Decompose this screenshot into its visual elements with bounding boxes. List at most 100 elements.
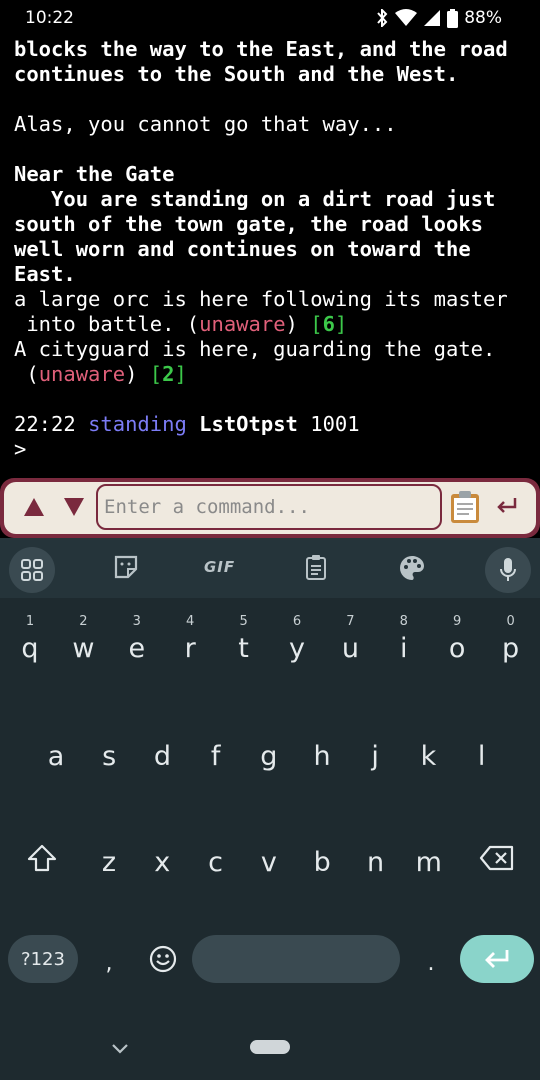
status-bar: 10:22 88% [0,0,540,38]
key-v[interactable]: v [242,818,296,898]
key-label: u [341,632,359,664]
key-t[interactable]: 5t [217,604,271,684]
comma-key[interactable]: , [82,916,136,976]
output-segment: standing [88,412,187,436]
key-d[interactable]: d [135,712,189,792]
keyboard-enter-key[interactable] [460,935,534,983]
send-command-button[interactable] [496,496,518,518]
symbols-label: ?123 [21,948,65,970]
emoji-key[interactable] [136,919,190,999]
command-input[interactable] [98,486,440,528]
keyboard-clipboard-button[interactable] [305,554,327,580]
key-i[interactable]: 8i [377,604,431,684]
key-p[interactable]: 0p [484,604,538,684]
output-segment: into battle. ( [14,312,200,336]
symbols-key[interactable]: ?123 [8,935,78,983]
key-label: g [260,740,278,772]
bluetooth-icon [375,9,389,27]
key-g[interactable]: g [242,712,296,792]
key-label: p [502,632,520,664]
key-label: q [21,632,39,664]
key-h[interactable]: h [295,712,349,792]
output-segment: unaware [199,312,286,336]
key-r[interactable]: 4r [163,604,217,684]
output-segment: ] [174,362,187,386]
key-l[interactable]: l [455,712,509,792]
output-segment: 6 [322,312,335,336]
key-c[interactable]: c [189,818,243,898]
history-down-button[interactable] [60,492,88,522]
apps-grid-button[interactable] [9,547,55,593]
key-y[interactable]: 6y [270,604,324,684]
output-segment: Alas, you cannot go that way... [14,112,397,136]
enter-icon [497,498,517,513]
key-f[interactable]: f [189,712,243,792]
battery-icon [447,8,459,28]
key-hint: 4 [186,614,195,629]
key-o[interactable]: 9o [430,604,484,684]
key-e[interactable]: 3e [110,604,164,684]
key-s[interactable]: s [82,712,136,792]
output-segment: East. [14,262,76,286]
key-u[interactable]: 7u [323,604,377,684]
signal-icon [423,9,441,27]
key-k[interactable]: k [401,712,455,792]
key-x[interactable]: x [135,818,189,898]
key-n[interactable]: n [349,818,403,898]
output-segment: ) [125,362,150,386]
shift-icon [27,844,57,872]
backspace-key[interactable] [470,818,524,898]
hide-keyboard-button[interactable] [111,1040,129,1059]
output-segment [187,412,199,436]
game-output: blocks the way to the East, and the road… [14,37,534,477]
space-key[interactable] [192,935,400,983]
voice-input-button[interactable] [485,547,531,593]
home-handle[interactable] [250,1040,290,1054]
key-hint: 2 [79,614,88,629]
status-icons: 88% [375,8,502,28]
period-key[interactable]: . [404,916,458,976]
output-line: Alas, you cannot go that way... [14,112,534,137]
battery-percent: 88% [464,8,502,28]
key-z[interactable]: z [82,818,136,898]
output-line: continues to the South and the West. [14,62,534,87]
output-line: blocks the way to the East, and the road [14,37,534,62]
history-up-button[interactable] [20,492,48,522]
output-line: a large orc is here following its master [14,287,534,312]
system-nav-bar [0,1030,540,1080]
key-label: j [371,740,379,772]
output-segment: Near the Gate [14,162,175,186]
history-down-icon [64,498,84,516]
key-b[interactable]: b [295,818,349,898]
output-segment: You are standing on a dirt road just [14,187,496,211]
output-segment: south of the town gate, the road looks [14,212,483,236]
palette-icon [400,556,424,580]
key-j[interactable]: j [348,712,402,792]
shift-key[interactable] [15,818,69,898]
clipboard-button[interactable] [450,490,480,528]
output-segment: unaware [38,362,126,386]
key-label: t [238,632,249,664]
sticker-button[interactable] [113,554,139,580]
key-label: e [128,632,146,664]
key-a[interactable]: a [29,712,83,792]
output-segment: continues to the South and the West. [14,62,459,86]
mic-icon [500,558,516,581]
key-q[interactable]: 1q [3,604,57,684]
output-segment: 22:22 [14,412,89,436]
theme-button[interactable] [399,555,425,581]
key-label: d [153,740,171,772]
output-segment: ) [285,312,311,336]
gif-button[interactable]: GIF [204,558,235,576]
history-up-icon [24,498,44,516]
output-line: south of the town gate, the road looks [14,212,534,237]
output-line: (unaware) [2] [14,362,534,387]
key-w[interactable]: 2w [56,604,110,684]
wifi-icon [395,9,418,27]
gif-icon: GIF [204,558,236,576]
apps-grid-icon [21,559,43,581]
output-line: East. [14,262,534,287]
key-m[interactable]: m [402,818,456,898]
